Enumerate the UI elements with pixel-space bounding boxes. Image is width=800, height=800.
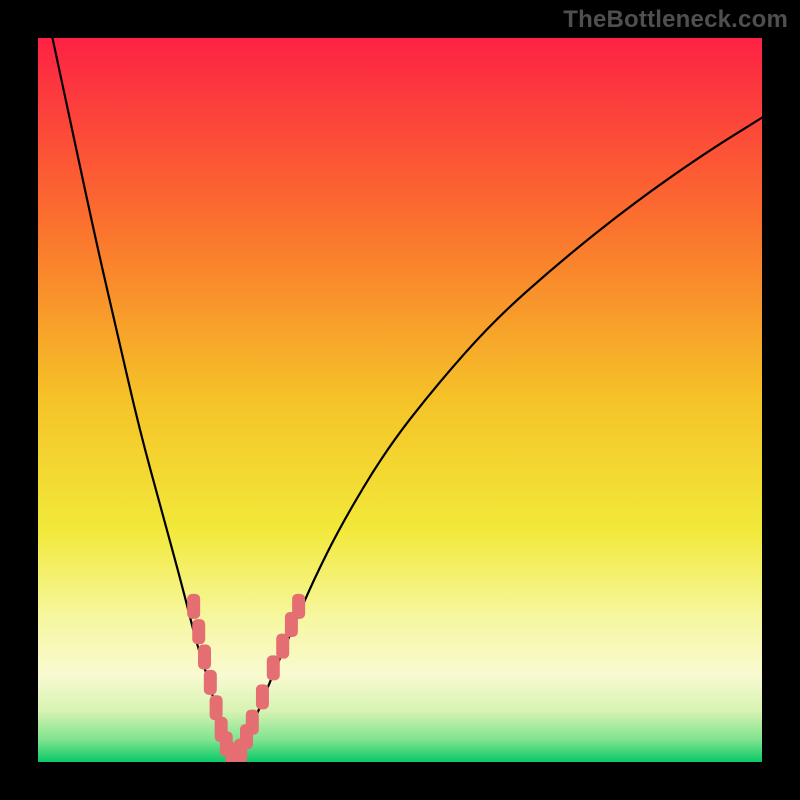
curve-marker — [276, 634, 289, 659]
curve-marker — [292, 594, 305, 619]
watermark-text: TheBottleneck.com — [563, 6, 788, 34]
curve-marker — [210, 695, 223, 720]
curve-marker — [204, 670, 217, 695]
chart-frame: TheBottleneck.com — [0, 0, 800, 800]
curve-marker — [198, 645, 211, 670]
gradient-background — [38, 38, 762, 762]
curve-marker — [187, 594, 200, 619]
curve-marker — [246, 710, 259, 735]
plot-area — [38, 38, 762, 762]
curve-marker — [267, 655, 280, 680]
curve-marker — [256, 684, 269, 709]
curve-marker — [192, 619, 205, 644]
chart-svg — [38, 38, 762, 762]
